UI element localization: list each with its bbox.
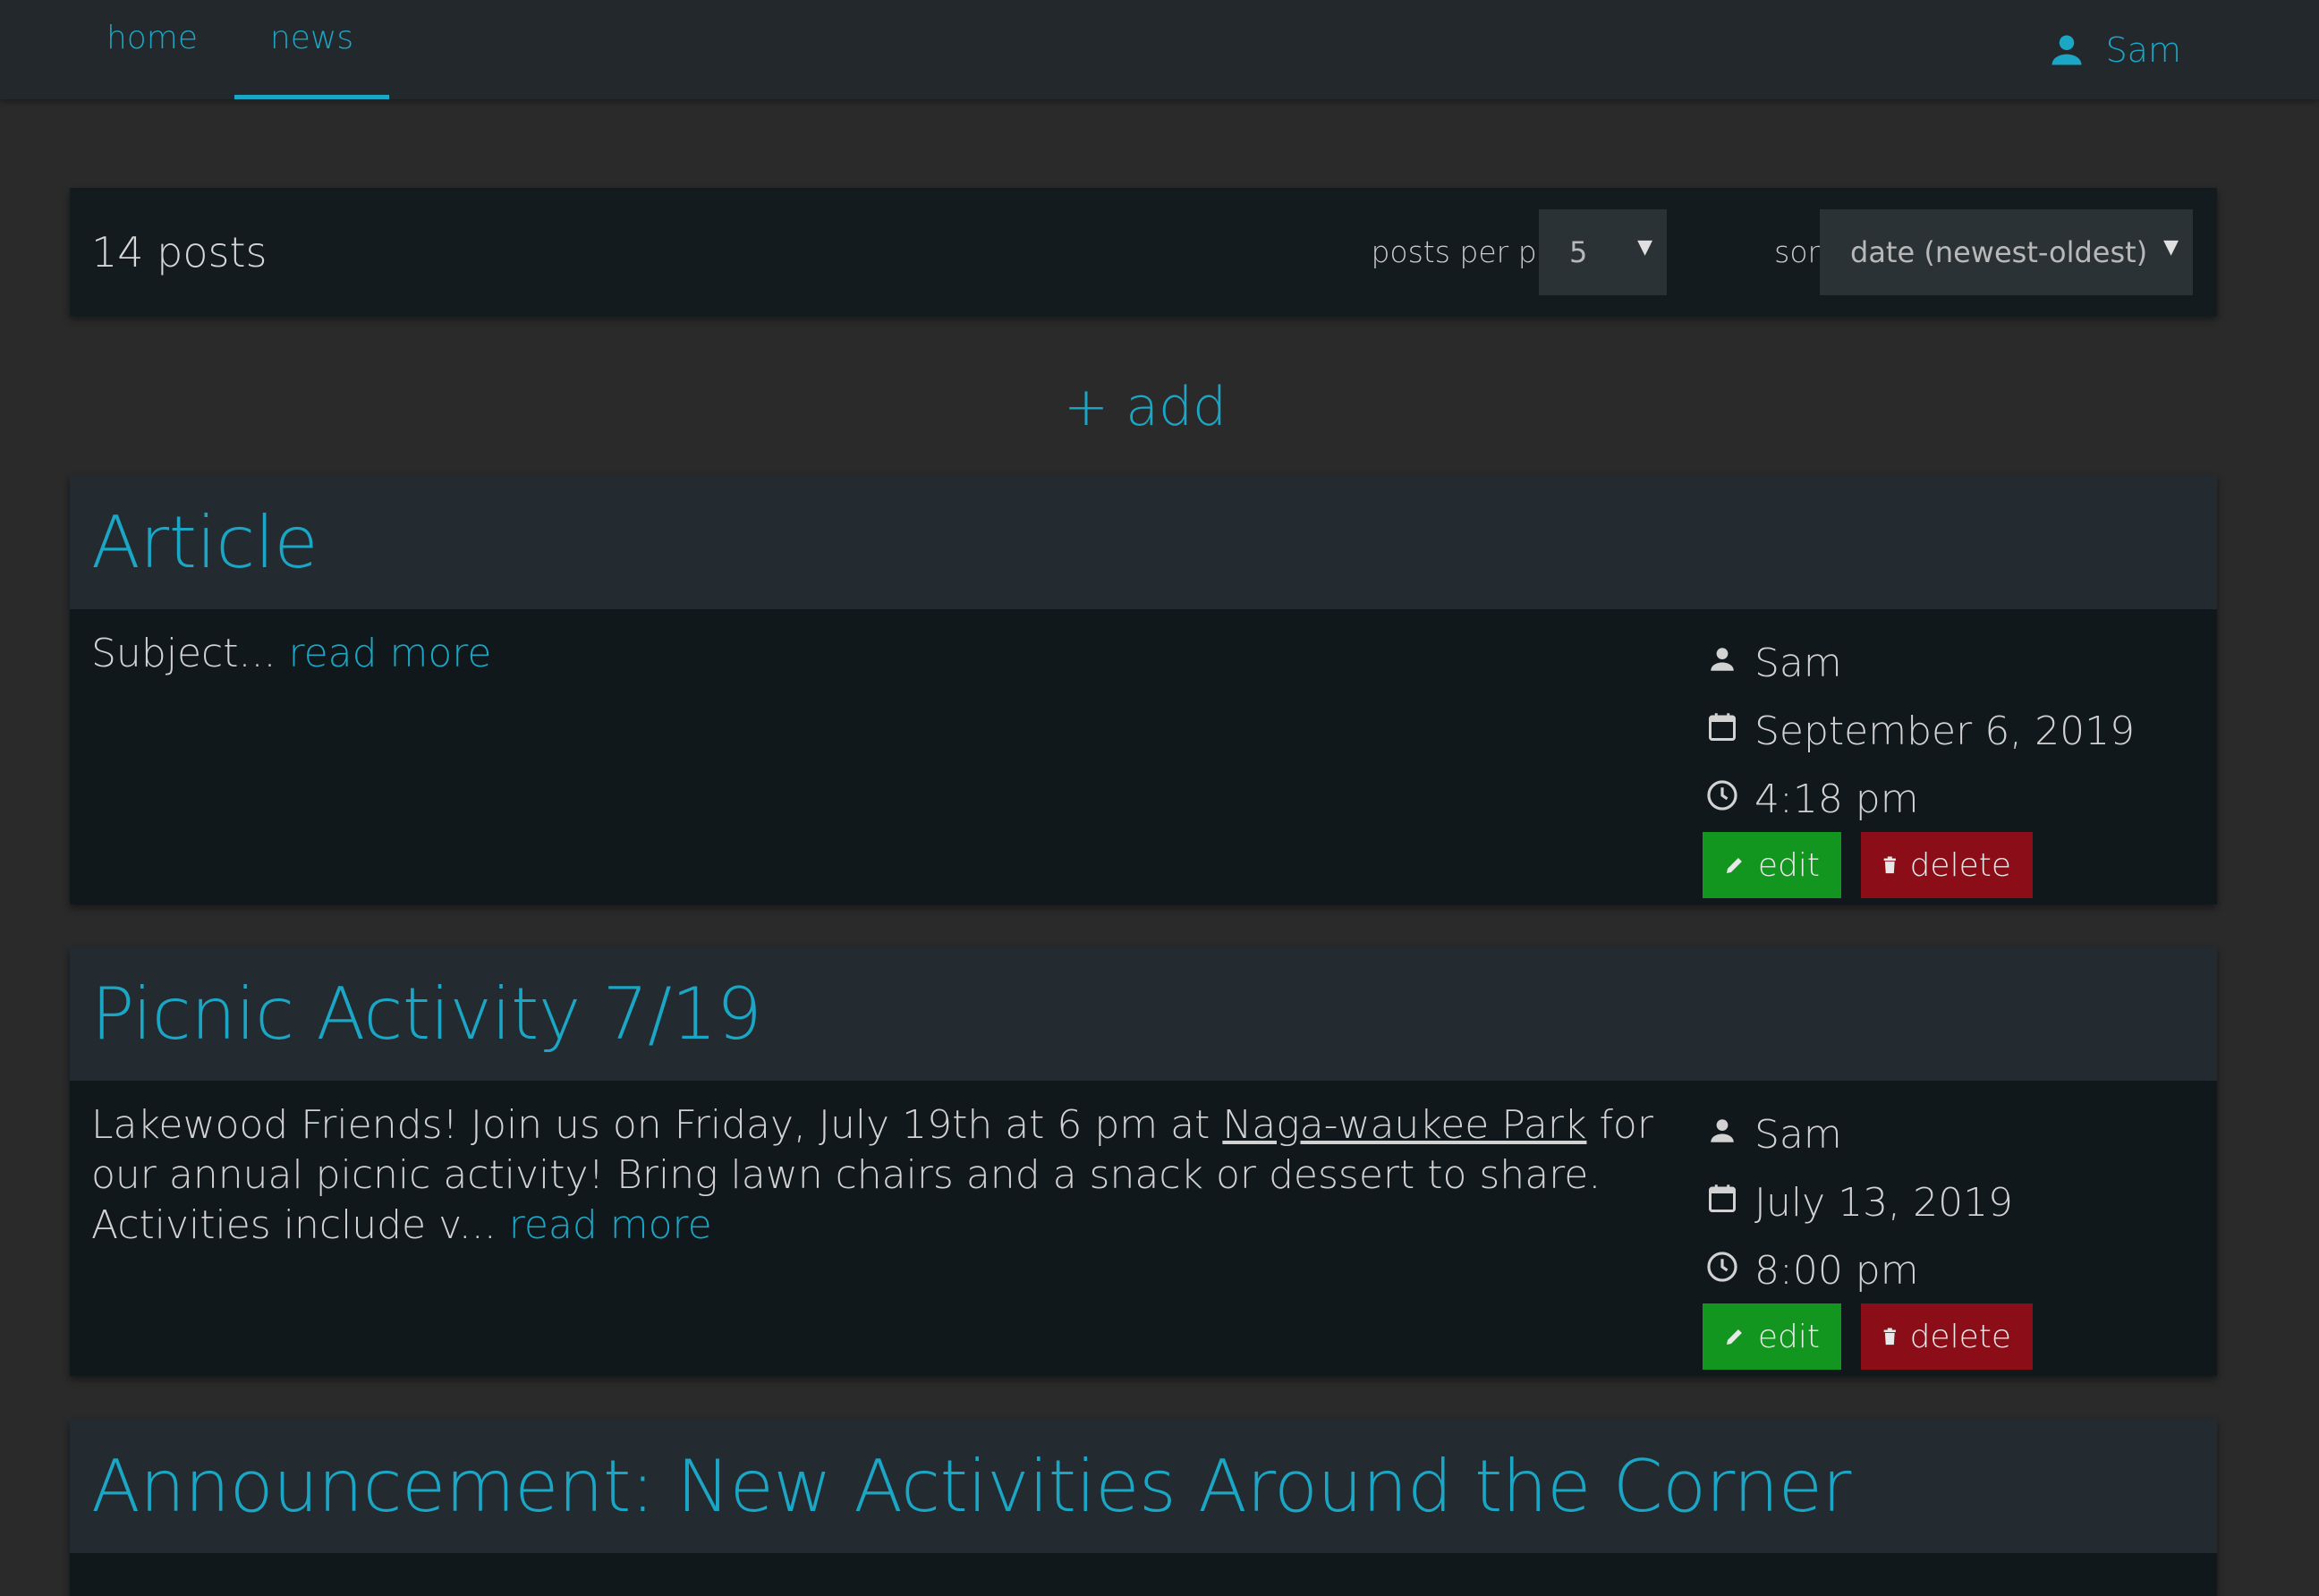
post-author: Sam xyxy=(1703,1100,2204,1168)
post-body: Subject... read more Sam September 6, 20… xyxy=(70,609,2217,904)
clock-icon xyxy=(1703,1247,1742,1286)
post-header: Article xyxy=(70,475,2217,609)
person-icon xyxy=(1703,1111,1742,1150)
post-title[interactable]: Article xyxy=(91,501,319,584)
trash-icon xyxy=(1883,856,1896,874)
post-excerpt-text: Subject... xyxy=(91,631,276,676)
post-actions: edit delete xyxy=(1703,1303,2033,1370)
clock-icon xyxy=(1703,776,1742,815)
post-count: 14 posts xyxy=(91,227,268,276)
post-title[interactable]: Picnic Activity 7/19 xyxy=(91,972,762,1056)
post-card: Article Subject... read more Sam Septemb… xyxy=(70,475,2217,904)
post-author: Sam xyxy=(1703,629,2204,697)
post-time: 8:00 pm xyxy=(1703,1236,2204,1304)
pencil-icon xyxy=(1726,858,1742,873)
post-excerpt: Subject... read more xyxy=(91,629,1720,679)
delete-button-label: delete xyxy=(1909,1318,2011,1355)
posts-per-page-select[interactable]: 5 ▼ xyxy=(1539,209,1667,295)
post-date: September 6, 2019 xyxy=(1703,697,2204,765)
edit-button[interactable]: edit xyxy=(1703,832,1841,898)
posts-per-page-value: 5 xyxy=(1569,235,1588,269)
post-date-text: July 13, 2019 xyxy=(1754,1179,2014,1226)
delete-button-label: delete xyxy=(1909,846,2011,884)
add-post-button[interactable]: + add xyxy=(984,367,1306,447)
calendar-icon xyxy=(1703,1179,1742,1218)
top-navbar: home news Sam xyxy=(0,0,2319,99)
park-link[interactable]: Naga-waukee Park xyxy=(1222,1102,1586,1148)
post-date: July 13, 2019 xyxy=(1703,1168,2204,1236)
edit-button-label: edit xyxy=(1757,846,1820,884)
post-time: 4:18 pm xyxy=(1703,765,2204,833)
post-header: Picnic Activity 7/19 xyxy=(70,947,2217,1081)
person-icon xyxy=(1703,640,1742,679)
user-menu[interactable]: Sam xyxy=(2047,0,2181,99)
post-date-text: September 6, 2019 xyxy=(1754,708,2136,754)
post-meta: Sam July 13, 2019 8:00 pm xyxy=(1703,1100,2204,1304)
edit-button-label: edit xyxy=(1757,1318,1820,1355)
nav-tab-news[interactable]: news xyxy=(234,0,389,99)
post-author-name: Sam xyxy=(1754,640,1842,686)
post-meta: Sam September 6, 2019 4:18 pm xyxy=(1703,629,2204,833)
posts-toolbar: 14 posts posts per page 5 ▼ sort by date… xyxy=(70,188,2217,316)
post-author-name: Sam xyxy=(1754,1111,1842,1158)
post-actions: edit delete xyxy=(1703,832,2033,898)
post-header: Announcement: New Activities Around the … xyxy=(70,1419,2217,1553)
dropdown-caret-icon: ▼ xyxy=(1637,236,1652,259)
pencil-icon xyxy=(1726,1329,1742,1345)
read-more-link[interactable]: read more xyxy=(288,631,491,676)
nav-tab-news-label: news xyxy=(269,20,354,56)
edit-button[interactable]: edit xyxy=(1703,1303,1841,1370)
delete-button[interactable]: delete xyxy=(1861,1303,2033,1370)
sort-by-select[interactable]: date (newest-oldest) ▼ xyxy=(1820,209,2193,295)
post-card: Announcement: New Activities Around the … xyxy=(70,1419,2217,1596)
sort-by-value: date (newest-oldest) xyxy=(1850,235,2148,269)
user-name: Sam xyxy=(2105,30,2181,70)
nav-tab-home[interactable]: home xyxy=(72,0,233,99)
dropdown-caret-icon: ▼ xyxy=(2163,236,2179,259)
post-title[interactable]: Announcement: New Activities Around the … xyxy=(91,1445,1851,1528)
post-time-text: 8:00 pm xyxy=(1754,1247,1919,1294)
delete-button[interactable]: delete xyxy=(1861,832,2033,898)
calendar-icon xyxy=(1703,708,1742,747)
post-time-text: 4:18 pm xyxy=(1754,776,1919,822)
post-body: Lakewood Friends! Join us on Friday, Jul… xyxy=(70,1081,2217,1376)
person-icon xyxy=(2051,35,2082,64)
post-card: Picnic Activity 7/19 Lakewood Friends! J… xyxy=(70,947,2217,1376)
post-excerpt-text: Lakewood Friends! Join us on Friday, Jul… xyxy=(91,1102,1223,1148)
trash-icon xyxy=(1883,1328,1896,1346)
post-excerpt: Lakewood Friends! Join us on Friday, Jul… xyxy=(91,1100,1720,1251)
read-more-link[interactable]: read more xyxy=(509,1202,712,1248)
nav-tab-home-label: home xyxy=(106,20,199,56)
